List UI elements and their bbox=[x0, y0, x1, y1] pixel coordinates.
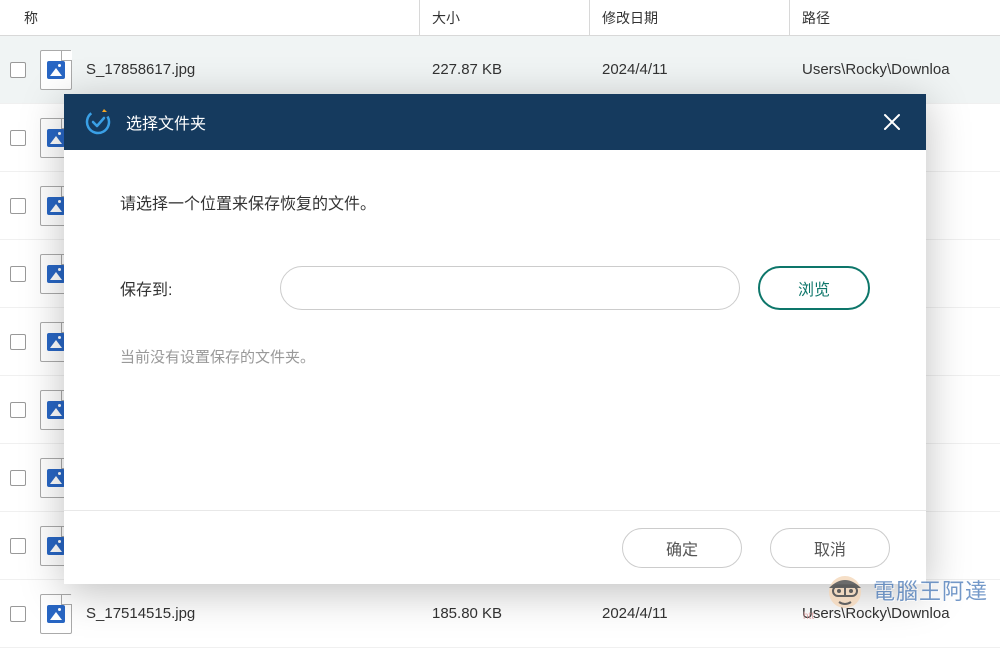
image-badge-icon bbox=[47, 61, 65, 79]
save-location-row: 保存到: 浏览 bbox=[120, 266, 870, 310]
image-badge-icon bbox=[47, 401, 65, 419]
file-size: 185.80 KB bbox=[420, 597, 590, 630]
save-path-input[interactable] bbox=[280, 266, 740, 310]
watermark-text: 電腦王阿達 bbox=[873, 574, 988, 606]
row-checkbox[interactable] bbox=[10, 402, 26, 418]
file-icon bbox=[40, 50, 72, 90]
file-path: Users\Rocky\Downloa bbox=[790, 53, 1000, 86]
file-name: S_17858617.jpg bbox=[86, 61, 195, 78]
header-date[interactable]: 修改日期 bbox=[590, 0, 790, 36]
image-badge-icon bbox=[47, 605, 65, 623]
image-badge-icon bbox=[47, 197, 65, 215]
instruction-text: 请选择一个位置来保存恢复的文件。 bbox=[120, 190, 870, 214]
row-checkbox[interactable] bbox=[10, 538, 26, 554]
dialog-header: 选择文件夹 bbox=[64, 94, 926, 150]
close-icon bbox=[882, 112, 902, 132]
file-date: 2024/4/11 bbox=[590, 53, 790, 86]
close-button[interactable] bbox=[878, 108, 906, 136]
dialog-footer: 确定 取消 bbox=[64, 510, 926, 584]
image-badge-icon bbox=[47, 469, 65, 487]
row-checkbox[interactable] bbox=[10, 470, 26, 486]
image-badge-icon bbox=[47, 129, 65, 147]
table-header: 称 大小 修改日期 路径 bbox=[0, 0, 1000, 36]
select-folder-dialog: 选择文件夹 请选择一个位置来保存恢复的文件。 保存到: 浏览 当前没有设置保存的… bbox=[64, 94, 926, 584]
file-size: 227.87 KB bbox=[420, 53, 590, 86]
cancel-button[interactable]: 取消 bbox=[770, 528, 890, 568]
header-name[interactable]: 称 bbox=[0, 0, 420, 36]
header-size[interactable]: 大小 bbox=[420, 0, 590, 36]
watermark-mascot-icon bbox=[823, 568, 867, 612]
watermark-url: htt bbox=[803, 611, 814, 622]
watermark: 電腦王阿達 htt bbox=[823, 568, 988, 612]
browse-button[interactable]: 浏览 bbox=[758, 266, 870, 310]
row-checkbox[interactable] bbox=[10, 130, 26, 146]
image-badge-icon bbox=[47, 265, 65, 283]
row-checkbox[interactable] bbox=[10, 62, 26, 78]
row-checkbox[interactable] bbox=[10, 334, 26, 350]
app-logo-icon bbox=[84, 108, 112, 136]
hint-text: 当前没有设置保存的文件夹。 bbox=[120, 346, 870, 367]
image-badge-icon bbox=[47, 333, 65, 351]
image-badge-icon bbox=[47, 537, 65, 555]
header-path[interactable]: 路径 bbox=[790, 0, 1000, 36]
row-checkbox[interactable] bbox=[10, 266, 26, 282]
ok-button[interactable]: 确定 bbox=[622, 528, 742, 568]
save-to-label: 保存到: bbox=[120, 276, 280, 300]
dialog-body: 请选择一个位置来保存恢复的文件。 保存到: 浏览 当前没有设置保存的文件夹。 bbox=[64, 150, 926, 510]
file-icon bbox=[40, 594, 72, 634]
dialog-title: 选择文件夹 bbox=[126, 110, 878, 134]
row-checkbox[interactable] bbox=[10, 198, 26, 214]
row-checkbox[interactable] bbox=[10, 606, 26, 622]
file-date: 2024/4/11 bbox=[590, 597, 790, 630]
file-name: S_17514515.jpg bbox=[86, 605, 195, 622]
